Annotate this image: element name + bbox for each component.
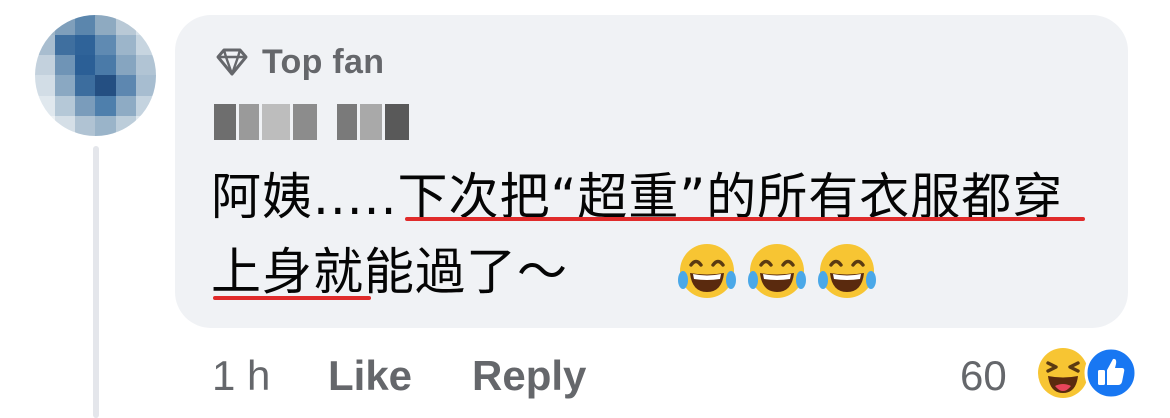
avatar[interactable] (35, 15, 156, 136)
timestamp-link[interactable]: 1 h (212, 350, 270, 402)
thread-line (93, 146, 99, 418)
laughing-tears-emoji-icon (818, 244, 876, 298)
haha-reaction-icon[interactable] (1036, 346, 1090, 400)
laughing-tears-emoji-icon (748, 244, 806, 298)
laughing-tears-emoji-icon (678, 244, 736, 298)
like-reaction-icon[interactable] (1084, 346, 1138, 400)
comment-text: 阿姨.....下次把“超重”的所有衣服都穿上身就能過了～ (211, 168, 1064, 301)
underline-mark (213, 296, 371, 300)
reaction-count[interactable]: 60 (960, 350, 1007, 402)
reply-button[interactable]: Reply (472, 350, 586, 402)
diamond-icon (216, 48, 248, 76)
top-fan-badge[interactable]: Top fan (214, 42, 384, 82)
like-button[interactable]: Like (328, 350, 412, 402)
badge-label: Top fan (262, 42, 385, 81)
commenter-name-blurred[interactable] (214, 104, 409, 140)
underline-mark (405, 217, 1085, 221)
